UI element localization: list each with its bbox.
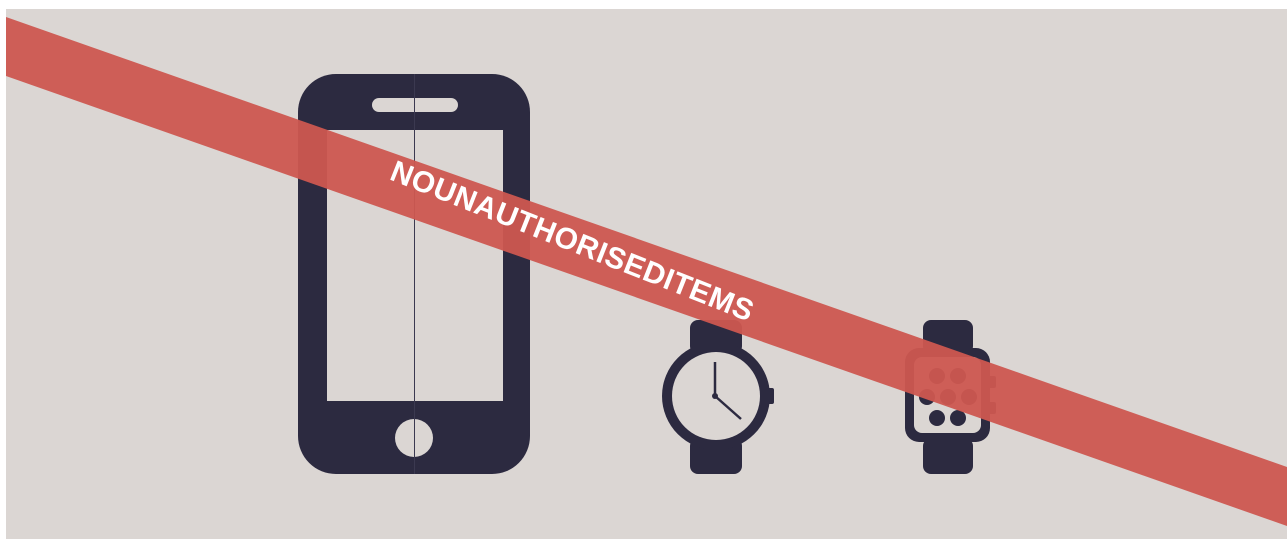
wristwatch-icon	[662, 320, 774, 474]
canvas: NOUNAUTHORISEDITEMS	[0, 0, 1287, 539]
